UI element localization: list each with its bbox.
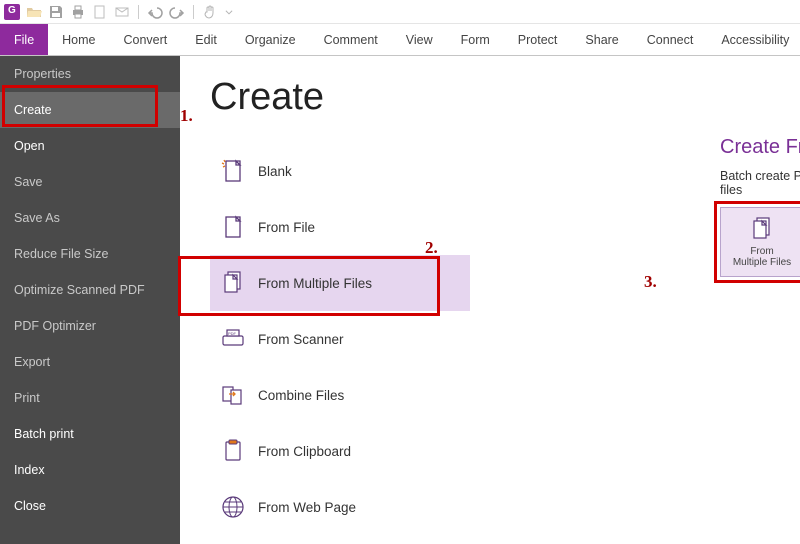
option-from-scanner[interactable]: PDF From Scanner	[210, 311, 470, 367]
sidebar-item-save-as[interactable]: Save As	[0, 200, 180, 236]
ribbon-tab-share[interactable]: Share	[571, 24, 632, 55]
sidebar-item-create[interactable]: Create	[0, 92, 180, 128]
from-multiple-files-tile[interactable]: FromMultiple Files	[720, 207, 800, 277]
separator	[138, 5, 139, 19]
ribbon-tab-protect[interactable]: Protect	[504, 24, 572, 55]
sidebar-item-reduce-file-size[interactable]: Reduce File Size	[0, 236, 180, 272]
sidebar-item-save[interactable]: Save	[0, 164, 180, 200]
page-title: Create	[210, 76, 770, 119]
ribbon-tab-form[interactable]: Form	[447, 24, 504, 55]
scanner-icon: PDF	[220, 326, 246, 352]
dropdown-icon[interactable]	[224, 4, 234, 20]
file-icon	[220, 214, 246, 240]
separator	[193, 5, 194, 19]
option-label: From File	[258, 220, 315, 235]
ribbon-tab-organize[interactable]: Organize	[231, 24, 310, 55]
sidebar-item-optimize-scanned-pdf[interactable]: Optimize Scanned PDF	[0, 272, 180, 308]
print-icon[interactable]	[70, 4, 86, 20]
multiple-files-icon	[749, 216, 775, 242]
ribbon-tabs: File Home Convert Edit Organize Comment …	[0, 24, 800, 56]
ribbon-tab-home[interactable]: Home	[48, 24, 109, 55]
sidebar-item-batch-print[interactable]: Batch print	[0, 416, 180, 452]
ribbon-tab-comment[interactable]: Comment	[310, 24, 392, 55]
undo-icon[interactable]	[147, 4, 163, 20]
option-from-file[interactable]: From File	[210, 199, 470, 255]
sidebar-item-properties[interactable]: Properties	[0, 56, 180, 92]
sidebar-item-export[interactable]: Export	[0, 344, 180, 380]
option-from-multiple-files[interactable]: From Multiple Files	[210, 255, 470, 311]
option-from-clipboard[interactable]: From Clipboard	[210, 423, 470, 479]
tile-label: FromMultiple Files	[733, 246, 791, 269]
main-panel: Create Blank From File From M	[180, 56, 800, 544]
app-logo-icon	[4, 4, 20, 20]
option-from-web-page[interactable]: From Web Page	[210, 479, 470, 535]
option-combine-files[interactable]: Combine Files	[210, 367, 470, 423]
option-label: From Scanner	[258, 332, 344, 347]
ribbon-tab-view[interactable]: View	[392, 24, 447, 55]
option-label: From Web Page	[258, 500, 356, 515]
globe-icon	[220, 494, 246, 520]
create-options-list: Blank From File From Multiple Files	[210, 143, 470, 535]
ribbon-tab-connect[interactable]: Connect	[633, 24, 708, 55]
option-label: From Multiple Files	[258, 276, 372, 291]
hand-tool-icon[interactable]	[202, 4, 218, 20]
content-area: Properties Create Open Save Save As Redu…	[0, 56, 800, 544]
open-folder-icon[interactable]	[26, 4, 42, 20]
mail-icon[interactable]	[114, 4, 130, 20]
right-panel-description: Batch create PDF documents from multiple…	[720, 169, 800, 197]
redo-icon[interactable]	[169, 4, 185, 20]
sidebar-item-open[interactable]: Open	[0, 128, 180, 164]
save-icon[interactable]	[48, 4, 64, 20]
option-label: Blank	[258, 164, 292, 179]
ribbon-tab-edit[interactable]: Edit	[181, 24, 231, 55]
quick-access-toolbar	[0, 0, 800, 24]
blank-page-icon	[220, 158, 246, 184]
option-label: Combine Files	[258, 388, 344, 403]
sidebar-item-print[interactable]: Print	[0, 380, 180, 416]
create-detail-panel: Create From Multiple Files Batch create …	[720, 136, 800, 277]
multiple-files-icon	[220, 270, 246, 296]
clipboard-icon	[220, 438, 246, 464]
file-menu-sidebar: Properties Create Open Save Save As Redu…	[0, 56, 180, 544]
svg-text:PDF: PDF	[228, 331, 237, 336]
blank-doc-icon[interactable]	[92, 4, 108, 20]
ribbon-tab-file[interactable]: File	[0, 24, 48, 55]
right-panel-title: Create From Multiple Files	[720, 136, 800, 159]
combine-files-icon	[220, 382, 246, 408]
ribbon-tab-convert[interactable]: Convert	[110, 24, 182, 55]
option-blank[interactable]: Blank	[210, 143, 470, 199]
sidebar-item-pdf-optimizer[interactable]: PDF Optimizer	[0, 308, 180, 344]
option-label: From Clipboard	[258, 444, 351, 459]
sidebar-item-index[interactable]: Index	[0, 452, 180, 488]
ribbon-tab-accessibility[interactable]: Accessibility	[707, 24, 800, 55]
sidebar-item-close[interactable]: Close	[0, 488, 180, 524]
